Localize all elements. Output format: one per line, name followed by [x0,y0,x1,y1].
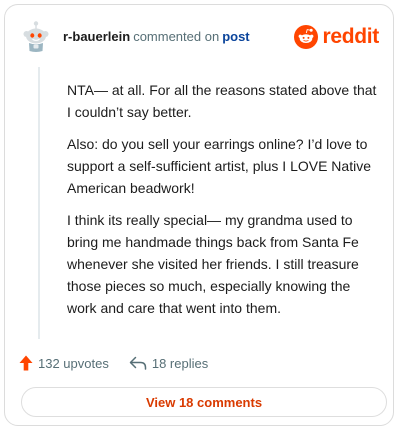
comment-meta: r-bauerlein commented on post [63,29,250,45]
comment-body: NTA— at all. For all the reasons stated … [67,79,383,329]
reply-arrow-icon [129,356,147,370]
comment-card: r-bauerlein commented on post reddit NTA— … [4,4,394,426]
view-comments-button[interactable]: View 18 comments [21,387,387,417]
comment-paragraph: I think its really special— my grandma u… [67,212,359,316]
upvote-count: 132 upvotes [38,355,109,371]
reddit-wordmark: reddit [322,25,379,48]
replies-button[interactable]: 18 replies [129,356,208,371]
comment-paragraph: Also: do you sell your earrings online? … [67,136,371,196]
comment-footer: 132 upvotes 18 replies [19,353,208,373]
post-link[interactable]: post [222,29,249,44]
comment-header: r-bauerlein commented on post reddit [19,17,379,57]
reddit-brand[interactable]: reddit [294,25,379,49]
action-text: commented on [133,29,220,44]
reply-count: 18 replies [151,355,209,371]
upvote-button[interactable]: 132 upvotes [19,355,109,371]
upvote-arrow-icon [19,355,33,371]
user-avatar-icon[interactable] [19,20,53,54]
username-link[interactable]: r-bauerlein [63,29,130,44]
thread-line [38,67,40,339]
reddit-snoo-icon [294,25,319,49]
comment-paragraph: NTA— at all. For all the reasons stated … [67,82,377,120]
